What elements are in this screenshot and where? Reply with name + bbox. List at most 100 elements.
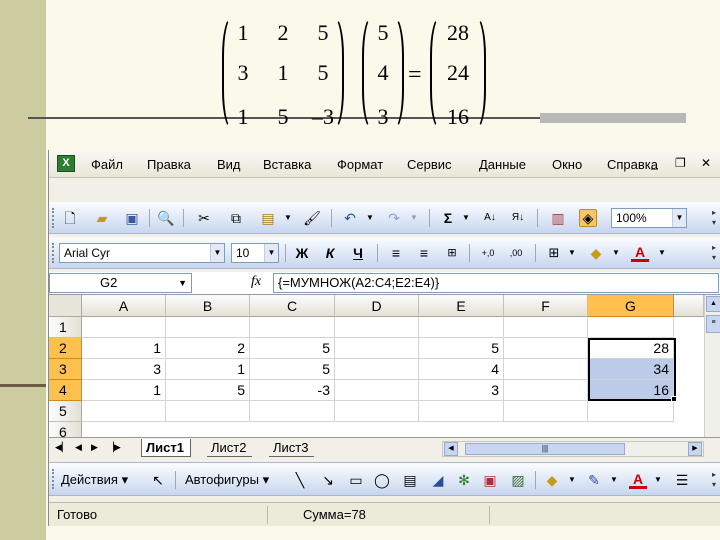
copy-icon[interactable]: ⧉ xyxy=(227,209,245,227)
wordart-icon[interactable]: ◢ xyxy=(429,471,447,489)
next-sheet-icon[interactable]: ▶ xyxy=(91,442,98,453)
format-painter-icon[interactable]: 🖌 xyxy=(303,209,321,227)
cell-c2[interactable]: 5 xyxy=(250,338,335,359)
column-header-e[interactable]: E xyxy=(419,295,504,317)
paste-icon[interactable]: ▤ xyxy=(259,209,277,227)
toolbar-options-icon[interactable]: ▸ ▾ xyxy=(709,208,719,228)
oval-icon[interactable]: ◯ xyxy=(373,471,391,489)
cell-b2[interactable]: 2 xyxy=(166,338,250,359)
increase-decimal-icon[interactable]: +,0 xyxy=(479,244,497,262)
scroll-thumb[interactable]: ||| xyxy=(465,443,625,455)
decrease-decimal-icon[interactable]: ,00 xyxy=(507,244,525,262)
cell-a1[interactable] xyxy=(82,317,166,338)
tab-sheet1[interactable]: Лист1 xyxy=(141,439,191,457)
borders-icon[interactable]: ⊞ xyxy=(545,244,563,262)
cell-b5[interactable] xyxy=(166,401,250,422)
menu-tools[interactable]: Сервис xyxy=(407,157,452,172)
paste-dropdown-icon[interactable]: ▼ xyxy=(279,209,297,227)
print-preview-icon[interactable]: 🔍 xyxy=(157,209,175,227)
minimize-icon[interactable]: _ xyxy=(651,156,658,170)
select-pointer-icon[interactable]: ↖ xyxy=(149,471,167,489)
cell-c5[interactable] xyxy=(250,401,335,422)
line-color-icon[interactable]: ✎ xyxy=(585,471,603,489)
toolbar-options-icon[interactable]: ▸ ▾ xyxy=(709,243,719,263)
function-icon[interactable]: fx xyxy=(251,274,261,290)
cell-b1[interactable] xyxy=(166,317,250,338)
scroll-up-icon[interactable]: ▲ xyxy=(706,296,720,312)
cell-e1[interactable] xyxy=(419,317,504,338)
sort-descending-icon[interactable]: Я↓ xyxy=(509,209,527,227)
font-color-dropdown-icon[interactable]: ▼ xyxy=(649,471,667,489)
cell-c3[interactable]: 5 xyxy=(250,359,335,380)
menu-window[interactable]: Окно xyxy=(552,157,582,172)
cell-c4[interactable]: -3 xyxy=(250,380,335,401)
cell-f2[interactable] xyxy=(504,338,588,359)
menu-file[interactable]: Файл xyxy=(91,157,123,172)
column-header-b[interactable]: B xyxy=(166,295,250,317)
row-header-4[interactable]: 4 xyxy=(49,380,82,401)
zoom-combo[interactable]: 100% ▼ xyxy=(611,208,687,228)
actions-menu[interactable]: Действия ▾ xyxy=(61,472,128,488)
fill-handle[interactable] xyxy=(671,396,677,402)
diagram-icon[interactable]: ✻ xyxy=(455,471,473,489)
font-size-combo[interactable]: 10 ▼ xyxy=(231,243,279,263)
chart-wizard-icon[interactable]: ▥ xyxy=(549,209,567,227)
autosum-icon[interactable]: Σ xyxy=(439,209,457,227)
row-header-5[interactable]: 5 xyxy=(49,401,82,422)
column-header-a[interactable]: A xyxy=(82,295,166,317)
merge-center-icon[interactable]: ⊞ xyxy=(443,244,461,262)
first-sheet-icon[interactable]: ◀▏ xyxy=(55,442,69,453)
bold-button[interactable]: Ж xyxy=(293,244,311,262)
row-header-2[interactable]: 2 xyxy=(49,338,82,359)
menu-data[interactable]: Данные xyxy=(479,157,526,172)
sort-ascending-icon[interactable]: A↓ xyxy=(481,209,499,227)
picture-icon[interactable]: ▨ xyxy=(509,471,527,489)
tab-sheet3[interactable]: Лист3 xyxy=(269,439,315,457)
scroll-left-icon[interactable]: ◀ xyxy=(444,442,458,456)
column-header-g[interactable]: G xyxy=(588,295,674,317)
column-header-f[interactable]: F xyxy=(504,295,588,317)
select-all-corner[interactable] xyxy=(49,295,82,317)
arrow-icon[interactable]: ↘ xyxy=(319,471,337,489)
cell-c1[interactable] xyxy=(250,317,335,338)
scroll-right-icon[interactable]: ▶ xyxy=(688,442,702,456)
menu-edit[interactable]: Правка xyxy=(147,157,191,172)
text-box-icon[interactable]: ▤ xyxy=(401,471,419,489)
clip-art-icon[interactable]: ▣ xyxy=(481,471,499,489)
save-icon[interactable]: ▣ xyxy=(123,209,141,227)
fill-color-icon[interactable]: ◆ xyxy=(543,471,561,489)
cell-f5[interactable] xyxy=(504,401,588,422)
undo-dropdown-icon[interactable]: ▼ xyxy=(361,209,379,227)
restore-icon[interactable]: ❐ xyxy=(675,156,686,170)
row-header-6[interactable]: 6 xyxy=(49,422,82,437)
chevron-down-icon[interactable]: ▼ xyxy=(264,244,278,262)
fill-color-dropdown-icon[interactable]: ▼ xyxy=(607,244,625,262)
cell-e4[interactable]: 3 xyxy=(419,380,504,401)
row-header-3[interactable]: 3 xyxy=(49,359,82,380)
formula-input[interactable]: {=МУМНОЖ(A2:C4;E2:E4)} xyxy=(273,273,719,293)
last-sheet-icon[interactable]: ▕▶ xyxy=(107,442,121,453)
redo-icon[interactable]: ↷ xyxy=(385,209,403,227)
menu-insert[interactable]: Вставка xyxy=(263,157,311,172)
line-color-dropdown-icon[interactable]: ▼ xyxy=(605,471,623,489)
cell-e2[interactable]: 5 xyxy=(419,338,504,359)
fill-color-dropdown-icon[interactable]: ▼ xyxy=(563,471,581,489)
cell-d5[interactable] xyxy=(335,401,419,422)
borders-dropdown-icon[interactable]: ▼ xyxy=(563,244,581,262)
cell-d2[interactable] xyxy=(335,338,419,359)
toolbar-options-icon[interactable]: ▸ ▾ xyxy=(709,470,719,490)
italic-button[interactable]: К xyxy=(321,244,339,262)
autosum-dropdown-icon[interactable]: ▼ xyxy=(457,209,475,227)
column-header-h[interactable] xyxy=(674,295,704,317)
font-color-icon[interactable]: A xyxy=(631,244,649,262)
font-color-icon[interactable]: A xyxy=(629,471,647,489)
row-header-1[interactable]: 1 xyxy=(49,317,82,338)
menu-view[interactable]: Вид xyxy=(217,157,241,172)
scroll-thumb[interactable]: ≡ xyxy=(706,315,720,333)
cell-e5[interactable] xyxy=(419,401,504,422)
cell-a5[interactable] xyxy=(82,401,166,422)
line-icon[interactable]: ╲ xyxy=(291,471,309,489)
vertical-scrollbar[interactable]: ▲ ≡ xyxy=(704,295,720,437)
prev-sheet-icon[interactable]: ◀ xyxy=(75,442,82,453)
menu-format[interactable]: Формат xyxy=(337,157,383,172)
